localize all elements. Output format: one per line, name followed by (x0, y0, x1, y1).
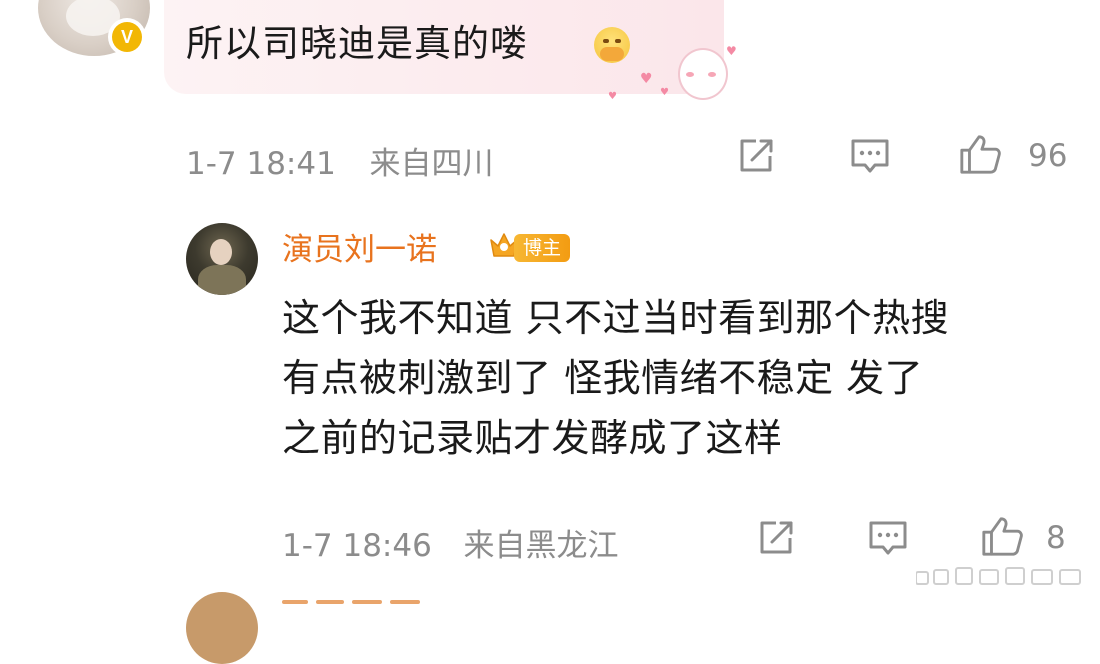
like-count: 96 (1028, 138, 1068, 174)
share-icon (760, 521, 793, 554)
comment-location: 来自四川 (369, 146, 494, 182)
comment-icon (851, 139, 889, 173)
reply-like-count: 8 (1046, 520, 1066, 556)
share-icon (740, 139, 773, 172)
sheep-sticker-icon (668, 42, 730, 100)
reply-meta: 1-7 18:46 来自黑龙江 (282, 520, 619, 565)
verified-badge-icon: V (108, 18, 146, 56)
heart-icon: ♥ (660, 87, 669, 98)
heart-icon: ♥ (608, 91, 617, 102)
like-button[interactable] (958, 132, 1002, 176)
comment-button[interactable] (848, 134, 892, 178)
share-button[interactable] (734, 134, 778, 178)
pleading-face-emoji-icon (594, 27, 630, 63)
next-comment-avatar[interactable] (186, 592, 258, 664)
blogger-badge: 博主 (514, 234, 571, 262)
reply-text-line: 有点被刺激到了 怪我情绪不稳定 发了 (282, 356, 924, 400)
reply-text: 这个我不知道 只不过当时看到那个热搜 有点被刺激到了 怪我情绪不稳定 发了 之前… (282, 288, 1082, 468)
heart-icon: ♥ (640, 71, 653, 87)
reply-comment-button[interactable] (866, 516, 910, 560)
next-comment-author-name[interactable] (282, 592, 432, 612)
reply-author-name[interactable]: 演员刘一诺 (282, 224, 437, 269)
comment-meta: 1-7 18:41 来自四川 (186, 138, 494, 183)
thumbs-up-icon (960, 135, 1001, 174)
reply-avatar[interactable] (186, 223, 258, 295)
comment-text: 所以司晓迪是真的喽 (186, 22, 528, 65)
watermark (915, 566, 1084, 594)
reply-time: 1-7 18:46 (282, 528, 432, 564)
reply-like-button[interactable] (980, 514, 1024, 558)
comment-icon (869, 521, 907, 555)
reply-text-line: 这个我不知道 只不过当时看到那个热搜 (282, 296, 950, 340)
thumbs-up-icon (982, 517, 1023, 556)
reply-share-button[interactable] (754, 516, 798, 560)
reply-text-line: 之前的记录贴才发酵成了这样 (282, 416, 783, 460)
reply-location: 来自黑龙江 (463, 528, 619, 564)
heart-icon: ♥ (726, 44, 737, 58)
comment-time: 1-7 18:41 (186, 146, 336, 182)
